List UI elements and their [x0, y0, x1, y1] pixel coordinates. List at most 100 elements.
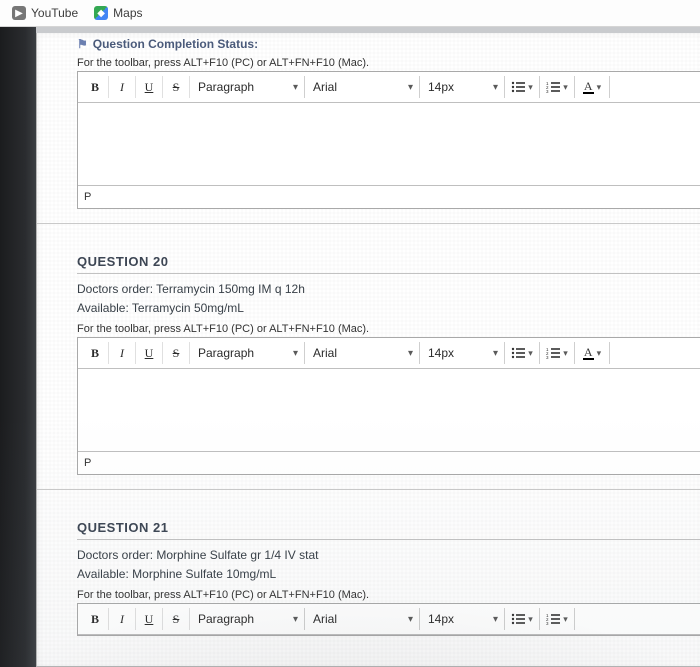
completion-status-label: Question Completion Status:	[93, 37, 258, 51]
underline-button[interactable]: U	[136, 76, 163, 98]
editor-path-p: P	[84, 191, 91, 203]
rich-text-editor: B I U S Paragraph ▾ Arial ▾ 14px ▾	[77, 603, 700, 636]
chevron-down-icon: ▾	[597, 82, 602, 93]
chevron-down-icon: ▾	[293, 614, 298, 625]
chevron-down-icon: ▾	[528, 614, 533, 625]
paragraph-dropdown-label: Paragraph	[198, 80, 254, 94]
question-20-line1: Doctors order: Terramycin 150mg IM q 12h	[77, 280, 700, 299]
chevron-down-icon: ▾	[563, 614, 568, 625]
question-20-text: Doctors order: Terramycin 150mg IM q 12h…	[77, 280, 700, 317]
chevron-down-icon: ▾	[408, 348, 413, 359]
paragraph-dropdown[interactable]: Paragraph ▾	[190, 76, 305, 98]
bold-button[interactable]: B	[82, 76, 109, 98]
toolbar-hint: For the toolbar, press ALT+F10 (PC) or A…	[77, 323, 700, 335]
bookmark-youtube[interactable]: ▶ YouTube	[4, 3, 86, 23]
font-dropdown-label: Arial	[313, 80, 337, 94]
bookmark-label: Maps	[113, 6, 142, 20]
text-color-dropdown[interactable]: A ▾	[575, 342, 610, 364]
unordered-list-icon	[511, 347, 525, 359]
editor-toolbar: B I U S Paragraph ▾ Arial ▾ 14px ▾	[78, 604, 700, 635]
editor-toolbar: B I U S Paragraph ▾ Arial ▾ 14px ▾	[78, 338, 700, 369]
unordered-list-dropdown[interactable]: ▾	[505, 342, 540, 364]
editor-textarea[interactable]	[78, 103, 700, 186]
bookmark-maps[interactable]: ◆ Maps	[86, 3, 150, 23]
paragraph-dropdown[interactable]: Paragraph ▾	[190, 342, 305, 364]
svg-text:3: 3	[546, 355, 549, 359]
chevron-down-icon: ▾	[597, 348, 602, 359]
font-dropdown-label: Arial	[313, 612, 337, 626]
font-size-dropdown-label: 14px	[428, 346, 454, 360]
bookmarks-bar: ▶ YouTube ◆ Maps	[0, 0, 700, 27]
editor-path-status: P	[78, 452, 700, 474]
strikethrough-button[interactable]: S	[163, 76, 190, 98]
completion-status: ⚑ Question Completion Status:	[77, 37, 700, 51]
question-20-line2: Available: Terramycin 50mg/mL	[77, 299, 700, 318]
chevron-down-icon: ▾	[528, 82, 533, 93]
chevron-down-icon: ▾	[528, 348, 533, 359]
underline-button[interactable]: U	[136, 342, 163, 364]
bold-button[interactable]: B	[82, 342, 109, 364]
font-dropdown-label: Arial	[313, 346, 337, 360]
editor-toolbar: B I U S Paragraph ▾ Arial ▾ 14px ▾	[78, 72, 700, 103]
youtube-icon: ▶	[12, 6, 26, 20]
italic-button[interactable]: I	[109, 342, 136, 364]
font-size-dropdown-label: 14px	[428, 612, 454, 626]
maps-icon: ◆	[94, 6, 108, 20]
italic-button[interactable]: I	[109, 76, 136, 98]
underline-button[interactable]: U	[136, 608, 163, 630]
paragraph-dropdown-label: Paragraph	[198, 346, 254, 360]
unordered-list-icon	[511, 81, 525, 93]
ordered-list-dropdown[interactable]: 1 2 3 ▾	[540, 342, 575, 364]
toolbar-hint: For the toolbar, press ALT+F10 (PC) or A…	[77, 57, 700, 69]
divider	[37, 223, 700, 224]
editor-path-status: P	[78, 186, 700, 208]
chevron-down-icon: ▾	[293, 82, 298, 93]
font-dropdown[interactable]: Arial ▾	[305, 76, 420, 98]
unordered-list-icon	[511, 613, 525, 625]
ordered-list-icon: 1 2 3	[546, 347, 560, 359]
bold-button[interactable]: B	[82, 608, 109, 630]
question-21-text: Doctors order: Morphine Sulfate gr 1/4 I…	[77, 546, 700, 583]
question-21-line2: Available: Morphine Sulfate 10mg/mL	[77, 565, 700, 584]
strikethrough-button[interactable]: S	[163, 342, 190, 364]
ordered-list-dropdown[interactable]: 1 2 3 ▾	[540, 76, 575, 98]
chevron-down-icon: ▾	[408, 614, 413, 625]
strikethrough-button[interactable]: S	[163, 608, 190, 630]
editor-path-p: P	[84, 457, 91, 469]
chevron-down-icon: ▾	[293, 348, 298, 359]
chevron-down-icon: ▾	[493, 82, 498, 93]
editor-textarea[interactable]	[78, 369, 700, 452]
font-dropdown[interactable]: Arial ▾	[305, 608, 420, 630]
page-content: ⚑ Question Completion Status: For the to…	[36, 33, 700, 667]
font-size-dropdown-label: 14px	[428, 80, 454, 94]
ordered-list-icon: 1 2 3	[546, 613, 560, 625]
paragraph-dropdown-label: Paragraph	[198, 612, 254, 626]
svg-text:3: 3	[546, 621, 549, 625]
ordered-list-dropdown[interactable]: 1 2 3 ▾	[540, 608, 575, 630]
chevron-down-icon: ▾	[563, 82, 568, 93]
svg-text:3: 3	[546, 89, 549, 93]
divider	[37, 489, 700, 490]
text-color-icon: A	[583, 346, 594, 360]
rich-text-editor: B I U S Paragraph ▾ Arial ▾ 14px ▾	[77, 337, 700, 475]
font-size-dropdown[interactable]: 14px ▾	[420, 608, 505, 630]
rich-text-editor: B I U S Paragraph ▾ Arial ▾ 14px ▾	[77, 71, 700, 209]
chevron-down-icon: ▾	[493, 348, 498, 359]
font-dropdown[interactable]: Arial ▾	[305, 342, 420, 364]
unordered-list-dropdown[interactable]: ▾	[505, 608, 540, 630]
question-20-heading: QUESTION 20	[77, 254, 700, 274]
question-21-line1: Doctors order: Morphine Sulfate gr 1/4 I…	[77, 546, 700, 565]
bookmark-label: YouTube	[31, 6, 78, 20]
font-size-dropdown[interactable]: 14px ▾	[420, 76, 505, 98]
chevron-down-icon: ▾	[493, 614, 498, 625]
paragraph-dropdown[interactable]: Paragraph ▾	[190, 608, 305, 630]
question-21-heading: QUESTION 21	[77, 520, 700, 540]
font-size-dropdown[interactable]: 14px ▾	[420, 342, 505, 364]
ordered-list-icon: 1 2 3	[546, 81, 560, 93]
text-color-dropdown[interactable]: A ▾	[575, 76, 610, 98]
monitor-bezel	[0, 27, 36, 667]
chevron-down-icon: ▾	[563, 348, 568, 359]
unordered-list-dropdown[interactable]: ▾	[505, 76, 540, 98]
chevron-down-icon: ▾	[408, 82, 413, 93]
italic-button[interactable]: I	[109, 608, 136, 630]
